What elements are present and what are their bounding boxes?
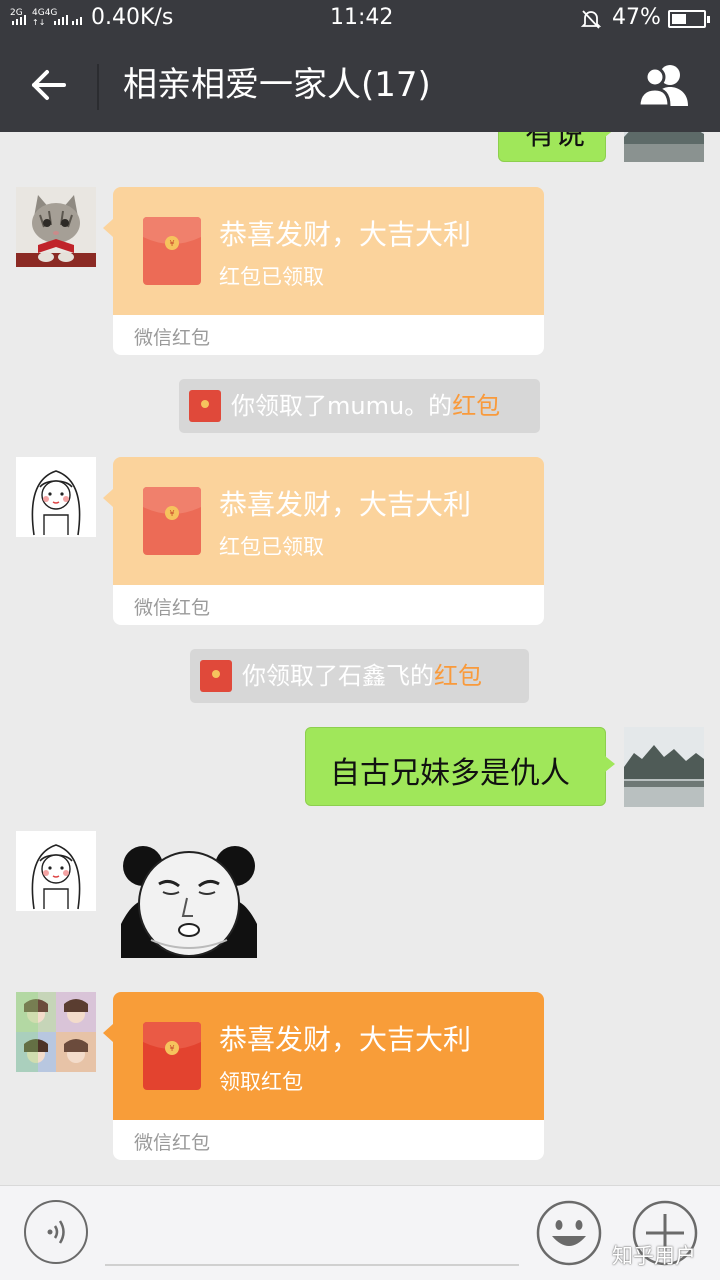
red-packet-status: 领取红包 <box>219 1070 303 1094</box>
chat-messages[interactable]: 有说 ¥ 恭喜发财，大吉大利 红包已领取 微信红包 你领取了mumu。的红包 ¥… <box>0 132 720 1185</box>
red-packet-title: 恭喜发财，大吉大利 <box>219 218 472 251</box>
system-notice: 你领取了石鑫飞的红包 <box>190 649 529 703</box>
red-packet-status: 红包已领取 <box>219 265 324 289</box>
outgoing-message[interactable]: 自古兄妹多是仇人 <box>305 727 615 806</box>
message-text: 有说 <box>525 132 585 152</box>
svg-text:¥: ¥ <box>169 1044 174 1053</box>
red-envelope-icon: ¥ <box>143 1022 201 1090</box>
outgoing-message-partial[interactable]: 有说 <box>498 132 615 162</box>
avatar-self[interactable] <box>624 727 704 807</box>
svg-text:¥: ¥ <box>169 509 174 518</box>
red-envelope-icon: ¥ <box>143 487 201 555</box>
clock: 11:42 <box>330 5 394 30</box>
panda-sticker[interactable] <box>121 844 257 958</box>
avatar-cat[interactable] <box>16 187 96 267</box>
signal-indicator: 2G 4G4G ↑↓ <box>10 6 84 31</box>
page-title: 相亲相爱一家人(17) <box>123 65 431 105</box>
red-packet-brand: 微信红包 <box>134 327 211 349</box>
system-notice-text: 你领取了mumu。的 <box>231 392 453 420</box>
battery-icon <box>668 10 710 28</box>
red-envelope-icon: ¥ <box>143 217 201 285</box>
message-input[interactable] <box>105 1264 519 1266</box>
system-notice-text: 你领取了石鑫飞的 <box>242 662 434 690</box>
red-packet-title: 恭喜发财，大吉大利 <box>219 488 472 521</box>
svg-text:↑↓: ↑↓ <box>32 18 45 27</box>
voice-icon[interactable] <box>24 1200 88 1264</box>
red-envelope-icon <box>200 660 232 692</box>
red-packet-brand: 微信红包 <box>134 1132 211 1154</box>
network-speed: 0.40K/s <box>91 5 174 30</box>
red-envelope-icon <box>189 390 221 422</box>
red-packet-message[interactable]: ¥ 恭喜发财，大吉大利 红包已领取 微信红包 <box>103 457 544 625</box>
battery-percent: 47% <box>612 5 661 30</box>
avatar-collage[interactable] <box>16 992 96 1072</box>
red-packet-brand: 微信红包 <box>134 597 211 619</box>
svg-text:¥: ¥ <box>169 239 174 248</box>
group-members-icon[interactable] <box>636 62 692 108</box>
red-packet-link[interactable]: 红包 <box>434 662 482 690</box>
chat-header: 相亲相爱一家人(17) <box>0 38 720 132</box>
status-bar: 2G 4G4G ↑↓ 0.40K/s 11:42 47% <box>0 0 720 38</box>
avatar-drawn-girl[interactable] <box>16 831 96 911</box>
arrow-left-icon[interactable] <box>28 64 70 106</box>
avatar-drawn-girl[interactable] <box>16 457 96 537</box>
red-packet-status: 红包已领取 <box>219 535 324 559</box>
emoji-icon[interactable] <box>536 1200 602 1266</box>
svg-text:2G: 2G <box>10 8 23 18</box>
red-packet-message[interactable]: ¥ 恭喜发财，大吉大利 红包已领取 微信红包 <box>103 187 544 355</box>
avatar-self[interactable] <box>624 132 704 162</box>
red-packet-title: 恭喜发财，大吉大利 <box>219 1023 472 1056</box>
svg-text:4G4G: 4G4G <box>32 8 57 18</box>
red-packet-message[interactable]: ¥ 恭喜发财，大吉大利 领取红包 微信红包 <box>103 992 544 1160</box>
system-notice: 你领取了mumu。的红包 <box>179 379 540 433</box>
red-packet-link[interactable]: 红包 <box>452 392 500 420</box>
message-text: 自古兄妹多是仇人 <box>330 756 570 791</box>
mute-bell-icon <box>580 10 602 29</box>
header-divider <box>97 64 99 110</box>
watermark: 知乎用户 <box>612 1244 696 1268</box>
